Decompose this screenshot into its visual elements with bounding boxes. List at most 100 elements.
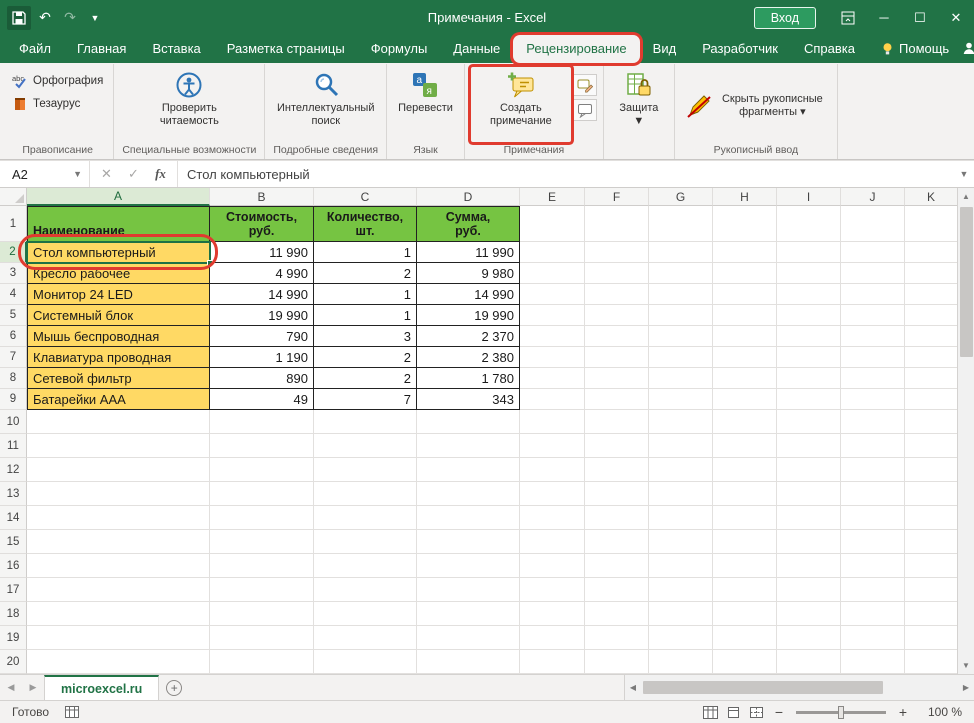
cell-I19[interactable] bbox=[777, 626, 841, 650]
cell-A3[interactable]: Кресло рабочее bbox=[27, 263, 210, 284]
cell-C1[interactable]: Количество, шт. bbox=[314, 206, 417, 242]
cell-H16[interactable] bbox=[713, 554, 777, 578]
cell-E3[interactable] bbox=[520, 263, 585, 284]
cell-E20[interactable] bbox=[520, 650, 585, 674]
cell-A1[interactable]: Наименование bbox=[27, 206, 210, 242]
cell-K12[interactable] bbox=[905, 458, 957, 482]
cell-I3[interactable] bbox=[777, 263, 841, 284]
minimize-button[interactable]: ─ bbox=[866, 0, 902, 35]
cell-H13[interactable] bbox=[713, 482, 777, 506]
macro-record-icon[interactable] bbox=[65, 706, 80, 718]
cell-F1[interactable] bbox=[585, 206, 649, 242]
cell-H2[interactable] bbox=[713, 242, 777, 263]
vertical-scrollbar[interactable]: ▲ ▼ bbox=[957, 188, 974, 674]
cell-H11[interactable] bbox=[713, 434, 777, 458]
sheet-nav-left-icon[interactable]: ◀ bbox=[0, 675, 22, 700]
cell-D17[interactable] bbox=[417, 578, 520, 602]
spelling-button[interactable]: abc Орфография bbox=[8, 72, 107, 90]
cell-G1[interactable] bbox=[649, 206, 713, 242]
cell-I8[interactable] bbox=[777, 368, 841, 389]
page-layout-view-icon[interactable] bbox=[726, 706, 741, 719]
tab-developer[interactable]: Разработчик bbox=[689, 35, 791, 63]
cell-H6[interactable] bbox=[713, 326, 777, 347]
tab-help[interactable]: Справка bbox=[791, 35, 868, 63]
cell-J1[interactable] bbox=[841, 206, 905, 242]
cell-D15[interactable] bbox=[417, 530, 520, 554]
row-header-8[interactable]: 8 bbox=[0, 368, 27, 389]
tab-tellme[interactable]: Помощь bbox=[868, 35, 962, 63]
cell-G11[interactable] bbox=[649, 434, 713, 458]
formula-input[interactable]: Стол компьютерный bbox=[178, 161, 954, 187]
cell-J4[interactable] bbox=[841, 284, 905, 305]
thesaurus-button[interactable]: Тезаурус bbox=[8, 95, 84, 113]
cell-B18[interactable] bbox=[210, 602, 314, 626]
new-sheet-button[interactable]: + bbox=[159, 675, 189, 700]
smart-lookup-button[interactable]: Интеллектуальный поиск bbox=[276, 67, 376, 142]
cell-J2[interactable] bbox=[841, 242, 905, 263]
cell-E4[interactable] bbox=[520, 284, 585, 305]
row-header-20[interactable]: 20 bbox=[0, 650, 27, 674]
insert-function-icon[interactable]: fx bbox=[147, 166, 174, 182]
share-button[interactable]: Поделиться bbox=[962, 35, 974, 63]
cell-D16[interactable] bbox=[417, 554, 520, 578]
row-header-4[interactable]: 4 bbox=[0, 284, 27, 305]
cell-E14[interactable] bbox=[520, 506, 585, 530]
cell-G15[interactable] bbox=[649, 530, 713, 554]
cell-C14[interactable] bbox=[314, 506, 417, 530]
scroll-left-icon[interactable]: ◀ bbox=[625, 679, 641, 696]
cell-H15[interactable] bbox=[713, 530, 777, 554]
tab-formulas[interactable]: Формулы bbox=[358, 35, 441, 63]
cell-B5[interactable]: 19 990 bbox=[210, 305, 314, 326]
cell-K18[interactable] bbox=[905, 602, 957, 626]
cell-B20[interactable] bbox=[210, 650, 314, 674]
cell-I10[interactable] bbox=[777, 410, 841, 434]
cell-C4[interactable]: 1 bbox=[314, 284, 417, 305]
cell-J13[interactable] bbox=[841, 482, 905, 506]
column-header-k[interactable]: K bbox=[905, 188, 957, 206]
cell-I13[interactable] bbox=[777, 482, 841, 506]
cell-G14[interactable] bbox=[649, 506, 713, 530]
cell-H19[interactable] bbox=[713, 626, 777, 650]
cell-K2[interactable] bbox=[905, 242, 957, 263]
cell-A11[interactable] bbox=[27, 434, 210, 458]
cell-J11[interactable] bbox=[841, 434, 905, 458]
cell-A6[interactable]: Мышь беспроводная bbox=[27, 326, 210, 347]
cell-B14[interactable] bbox=[210, 506, 314, 530]
cell-F2[interactable] bbox=[585, 242, 649, 263]
cell-G17[interactable] bbox=[649, 578, 713, 602]
cell-D13[interactable] bbox=[417, 482, 520, 506]
maximize-button[interactable]: ☐ bbox=[902, 0, 938, 35]
row-header-12[interactable]: 12 bbox=[0, 458, 27, 482]
row-header-15[interactable]: 15 bbox=[0, 530, 27, 554]
cell-C2[interactable]: 1 bbox=[314, 242, 417, 263]
row-header-14[interactable]: 14 bbox=[0, 506, 27, 530]
scroll-right-icon[interactable]: ▶ bbox=[958, 679, 974, 696]
cell-E13[interactable] bbox=[520, 482, 585, 506]
cell-I6[interactable] bbox=[777, 326, 841, 347]
row-header-18[interactable]: 18 bbox=[0, 602, 27, 626]
cell-D4[interactable]: 14 990 bbox=[417, 284, 520, 305]
horizontal-scroll-thumb[interactable] bbox=[643, 681, 883, 694]
cell-F5[interactable] bbox=[585, 305, 649, 326]
cell-B17[interactable] bbox=[210, 578, 314, 602]
cell-K5[interactable] bbox=[905, 305, 957, 326]
zoom-level[interactable]: 100 % bbox=[918, 705, 962, 719]
cell-F10[interactable] bbox=[585, 410, 649, 434]
cell-J15[interactable] bbox=[841, 530, 905, 554]
cell-F6[interactable] bbox=[585, 326, 649, 347]
tab-data[interactable]: Данные bbox=[440, 35, 513, 63]
cell-J19[interactable] bbox=[841, 626, 905, 650]
cell-E10[interactable] bbox=[520, 410, 585, 434]
cell-K1[interactable] bbox=[905, 206, 957, 242]
cell-G18[interactable] bbox=[649, 602, 713, 626]
cell-H3[interactable] bbox=[713, 263, 777, 284]
enter-formula-icon[interactable]: ✓ bbox=[120, 166, 147, 182]
cell-A2[interactable]: Стол компьютерный bbox=[27, 242, 210, 263]
cell-I12[interactable] bbox=[777, 458, 841, 482]
cell-A18[interactable] bbox=[27, 602, 210, 626]
row-header-10[interactable]: 10 bbox=[0, 410, 27, 434]
cell-E7[interactable] bbox=[520, 347, 585, 368]
cell-H12[interactable] bbox=[713, 458, 777, 482]
cell-H18[interactable] bbox=[713, 602, 777, 626]
close-button[interactable]: ✕ bbox=[938, 0, 974, 35]
